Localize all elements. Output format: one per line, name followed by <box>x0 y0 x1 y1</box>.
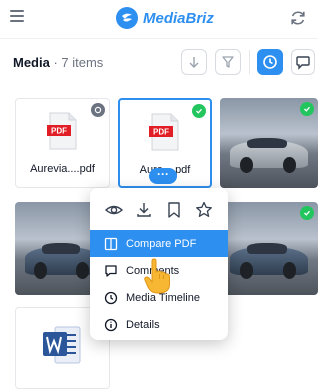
menu-item-label: Media Timeline <box>126 291 200 304</box>
refresh-icon <box>291 11 305 25</box>
car-wheel <box>75 262 90 280</box>
menu-bar <box>10 20 24 22</box>
bookmark-icon <box>168 202 180 218</box>
compare-icon <box>104 237 118 250</box>
more-options-button[interactable]: ··· <box>149 168 177 184</box>
favorite-button[interactable] <box>194 200 214 220</box>
item-count: 7 items <box>61 55 104 70</box>
sort-button[interactable] <box>181 49 207 75</box>
svg-text:PDF: PDF <box>153 128 169 137</box>
menu-bar <box>10 10 24 12</box>
eye-icon <box>104 205 124 215</box>
clock-icon <box>263 55 277 69</box>
menu-item-label: Compare PDF <box>126 237 197 250</box>
brand-logo-group: MediaBriz <box>116 6 214 30</box>
menu-item-compare-pdf[interactable]: Compare PDF <box>90 230 228 257</box>
quick-actions-row <box>90 198 228 222</box>
refresh-button[interactable] <box>288 8 308 28</box>
app-header: MediaBriz <box>0 0 318 38</box>
brand-logo-icon <box>116 7 138 29</box>
bookmark-button[interactable] <box>164 200 184 220</box>
menu-item-details[interactable]: Details <box>90 311 228 338</box>
comments-view-button[interactable] <box>291 49 315 75</box>
download-button[interactable] <box>134 200 154 220</box>
pdf-file-icon: PDF <box>149 113 179 151</box>
car-window <box>41 242 80 255</box>
arrow-down-icon <box>189 57 199 68</box>
word-file-icon <box>43 326 81 364</box>
header-divider <box>0 38 318 39</box>
car-wheel <box>282 156 297 173</box>
download-icon <box>137 203 151 217</box>
menu-item-media-timeline[interactable]: Media Timeline <box>90 284 228 311</box>
pending-status-icon <box>91 103 105 117</box>
timeline-view-button[interactable] <box>257 49 283 75</box>
svg-text:PDF: PDF <box>51 127 67 136</box>
menu-bar <box>10 15 24 17</box>
toolbar-divider <box>249 50 250 74</box>
car-window <box>247 242 287 255</box>
section-title: Media <box>13 55 50 70</box>
media-tile-photo[interactable] <box>220 98 318 188</box>
info-icon <box>104 318 118 331</box>
check-icon <box>300 102 314 116</box>
comment-icon <box>105 264 117 277</box>
clock-icon <box>104 291 118 304</box>
hamburger-menu-button[interactable] <box>10 10 26 24</box>
star-icon <box>196 201 212 217</box>
filter-button[interactable] <box>215 49 241 75</box>
filter-icon <box>222 56 234 68</box>
file-name: Aurevia....pdf <box>30 163 95 175</box>
view-button[interactable] <box>104 200 124 220</box>
context-menu: Compare PDF Comments Media Timeline Deta… <box>90 188 228 340</box>
title-separator: · <box>49 55 62 70</box>
car-window <box>247 137 287 149</box>
chat-icon <box>296 56 310 70</box>
media-toolbar: Media · 7 items <box>0 46 318 80</box>
car-wheel <box>239 156 254 173</box>
car-wheel <box>282 262 297 280</box>
car-wheel <box>34 262 48 280</box>
brand-name: MediaBriz <box>143 9 214 27</box>
media-tile-photo[interactable] <box>220 202 318 295</box>
check-icon <box>300 206 314 220</box>
car-wheel <box>239 262 254 280</box>
page-title: Media · 7 items <box>13 55 103 70</box>
media-tile-pdf[interactable]: PDF Aurevia....pdf <box>15 98 110 188</box>
pdf-file-icon: PDF <box>46 112 76 150</box>
menu-item-comments[interactable]: Comments <box>90 257 228 284</box>
menu-item-label: Details <box>126 318 160 331</box>
check-icon <box>192 104 206 118</box>
menu-item-label: Comments <box>126 264 180 277</box>
